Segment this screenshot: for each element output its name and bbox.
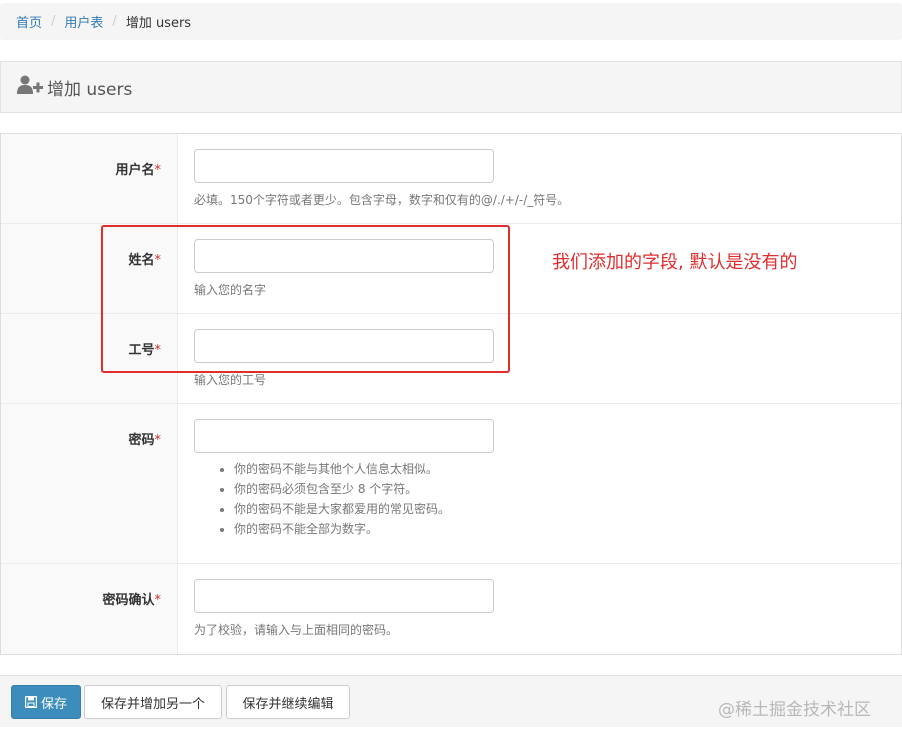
watermark: @稀土掘金技术社区 [718, 700, 871, 720]
required-mark: * [154, 433, 162, 448]
breadcrumb-separator: / [51, 14, 56, 29]
highlight-box [101, 225, 510, 373]
username-input[interactable] [194, 149, 494, 183]
breadcrumb-users-link[interactable]: 用户表 [64, 12, 103, 31]
form-row-username: 用户名* 必填。150个字符或者更少。包含字母，数字和仅有的@/./+/-/_符… [1, 134, 901, 224]
floppy-disk-icon [24, 696, 37, 708]
required-mark: * [154, 163, 162, 178]
password-help-list: 你的密码不能与其他个人信息太相似。 你的密码必须包含至少 8 个字符。 你的密码… [194, 459, 450, 539]
user-add-form: 用户名* 必填。150个字符或者更少。包含字母，数字和仅有的@/./+/-/_符… [0, 133, 902, 655]
annotation-note: 我们添加的字段, 默认是没有的 [552, 252, 798, 273]
password-confirm-input[interactable] [194, 579, 494, 613]
form-row-password: 密码* 你的密码不能与其他个人信息太相似。 你的密码必须包含至少 8 个字符。 … [1, 404, 901, 564]
field-label-container: 密码* [1, 404, 178, 563]
password-help-item: 你的密码必须包含至少 8 个字符。 [234, 479, 450, 499]
breadcrumb-home-link[interactable]: 首页 [16, 12, 42, 31]
employee-id-help: 输入您的工号 [194, 373, 267, 387]
form-row-password-confirm: 密码确认* 为了校验，请输入与上面相同的密码。 [1, 564, 901, 654]
breadcrumb-current: 增加 users [125, 16, 192, 31]
save-and-continue-button[interactable]: 保存并继续编辑 [226, 685, 350, 719]
password-help-item: 你的密码不能与其他个人信息太相似。 [234, 459, 450, 479]
user-add-icon [17, 75, 43, 99]
save-button-label: 保存 [40, 696, 67, 712]
password-help-item: 你的密码不能全部为数字。 [234, 519, 450, 539]
save-button[interactable]: 保存 [11, 685, 81, 719]
password-input[interactable] [194, 419, 494, 453]
password-confirm-help: 为了校验，请输入与上面相同的密码。 [194, 623, 399, 637]
username-label: 用户名 [115, 163, 155, 178]
password-confirm-label: 密码确认 [102, 593, 155, 608]
field-label-container: 密码确认* [1, 564, 178, 654]
required-mark: * [154, 593, 162, 608]
panel-title: 增加 users [47, 79, 133, 100]
breadcrumb: 首页 / 用户表 / 增加 users [0, 3, 902, 40]
field-label: 密码* [128, 429, 161, 448]
breadcrumb-separator: / [112, 14, 117, 29]
field-label-container: 用户名* [1, 134, 178, 223]
field-label: 用户名* [115, 159, 161, 178]
save-and-add-another-button[interactable]: 保存并增加另一个 [84, 685, 222, 719]
username-help: 必填。150个字符或者更少。包含字母，数字和仅有的@/./+/-/_符号。 [194, 193, 570, 207]
field-label: 密码确认* [102, 589, 161, 608]
password-help-item: 你的密码不能是大家都爱用的常见密码。 [234, 499, 450, 519]
password-label: 密码 [128, 433, 155, 448]
panel-header: 增加 users [0, 61, 902, 113]
